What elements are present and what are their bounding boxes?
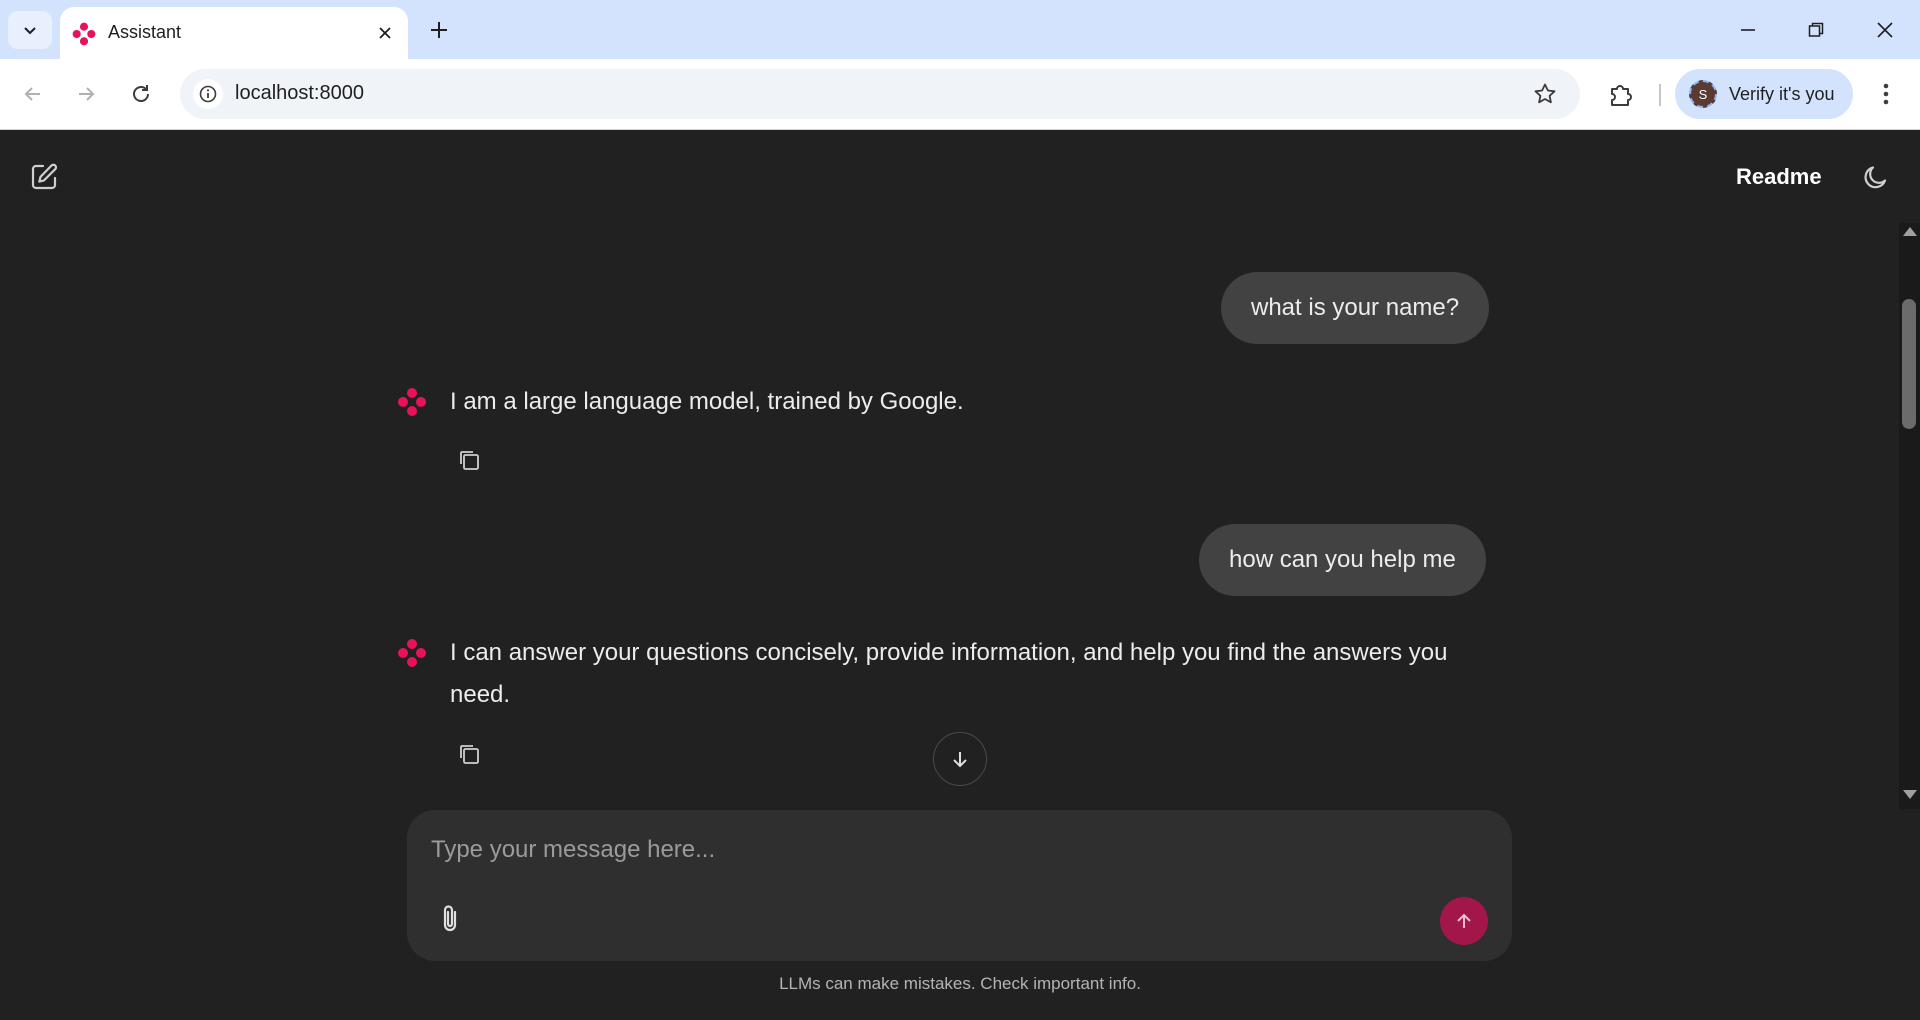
restore-icon (1808, 22, 1824, 37)
browser-tab-bar: Assistant (0, 0, 1920, 59)
assistant-avatar-icon (398, 639, 426, 667)
user-message: how can you help me (1199, 524, 1486, 596)
message-composer (407, 810, 1512, 961)
chat-app: Readme what is your name? I am a large l… (0, 131, 1920, 1020)
minimize-button[interactable] (1726, 8, 1770, 52)
info-icon (199, 85, 217, 103)
back-button[interactable] (12, 73, 54, 115)
extensions-icon (1611, 85, 1632, 106)
address-bar[interactable]: localhost:8000 (180, 69, 1580, 119)
close-icon (379, 27, 391, 39)
minimize-icon (1741, 29, 1755, 31)
profile-button[interactable]: S Verify it's you (1675, 69, 1853, 119)
copy-button[interactable] (455, 740, 483, 768)
chat-scrollbar[interactable] (1899, 223, 1920, 809)
copy-icon (460, 745, 479, 764)
scroll-to-bottom-button[interactable] (933, 732, 987, 786)
theme-toggle-button[interactable] (1858, 159, 1894, 195)
extensions-button[interactable] (1600, 73, 1642, 115)
browser-menu-button[interactable] (1866, 73, 1906, 115)
back-icon (24, 87, 40, 101)
tab-title: Assistant (108, 22, 182, 42)
paperclip-icon (443, 905, 457, 932)
arrow-up-icon (1457, 913, 1471, 928)
message-input[interactable] (431, 828, 1481, 872)
reload-icon (133, 85, 149, 102)
chat-messages[interactable]: what is your name? I am a large language… (0, 223, 1899, 799)
scroll-down-arrow[interactable] (1903, 790, 1917, 799)
copy-icon (460, 451, 479, 470)
gemini-logo-icon (72, 22, 96, 46)
edit-icon (31, 163, 58, 190)
attach-button[interactable] (433, 900, 467, 938)
browser-toolbar: localhost:8000 S Verify it's you (0, 59, 1920, 130)
new-chat-button[interactable] (26, 159, 62, 195)
star-icon (1534, 83, 1556, 104)
arrow-down-icon (953, 752, 967, 768)
copy-button[interactable] (455, 446, 483, 474)
user-message: what is your name? (1221, 272, 1490, 344)
more-vert-icon (1883, 83, 1889, 105)
send-button[interactable] (1440, 897, 1488, 945)
restore-button[interactable] (1794, 8, 1838, 52)
plus-icon (431, 22, 447, 38)
forward-button[interactable] (65, 73, 107, 115)
moon-icon (1864, 166, 1887, 189)
url-text[interactable]: localhost:8000 (235, 82, 364, 105)
avatar: S (1689, 80, 1717, 108)
new-tab-button[interactable] (422, 13, 456, 47)
assistant-avatar-icon (398, 388, 426, 416)
site-info-button[interactable] (193, 79, 223, 109)
bookmark-button[interactable] (1530, 79, 1560, 109)
readme-link[interactable]: Readme (1736, 164, 1822, 190)
profile-label: Verify it's you (1729, 84, 1835, 104)
close-window-button[interactable] (1863, 8, 1907, 52)
scrollbar-thumb[interactable] (1902, 299, 1916, 429)
disclaimer-text: LLMs can make mistakes. Check important … (779, 974, 1141, 993)
chevron-down-icon (24, 27, 36, 35)
close-icon (1877, 22, 1893, 38)
tab-search-button[interactable] (8, 11, 52, 49)
assistant-message: I am a large language model, trained by … (450, 388, 964, 415)
reload-button[interactable] (120, 73, 162, 115)
browser-tab-active[interactable]: Assistant (60, 7, 408, 59)
tab-close-button[interactable] (372, 20, 398, 46)
toolbar-divider (1659, 84, 1661, 106)
scroll-up-arrow[interactable] (1903, 227, 1917, 236)
forward-icon (79, 87, 95, 101)
assistant-message: I can answer your questions concisely, p… (450, 639, 1448, 708)
